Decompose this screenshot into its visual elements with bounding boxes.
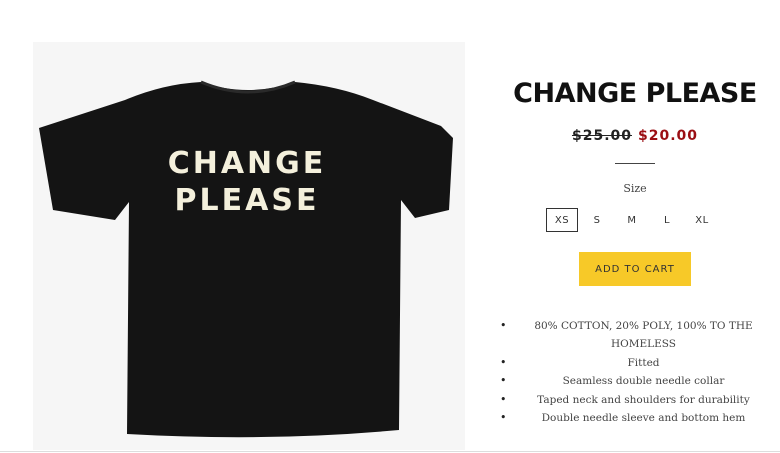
product-image[interactable]: CHANGE PLEASE: [33, 42, 465, 450]
shirt-print-line-2: PLEASE: [175, 183, 320, 218]
feature-text: Taped neck and shoulders for durability: [537, 393, 750, 406]
bullet-icon: •: [500, 392, 507, 406]
size-option-l[interactable]: L: [651, 208, 683, 232]
size-option-s[interactable]: S: [581, 208, 613, 232]
divider: [615, 163, 655, 164]
bullet-icon: •: [500, 355, 507, 369]
size-option-xl[interactable]: XL: [686, 208, 718, 232]
feature-text: Seamless double needle collar: [562, 375, 725, 388]
sale-price: $20.00: [638, 128, 699, 144]
tshirt-image: CHANGE PLEASE: [39, 80, 453, 438]
product-page: CHANGE PLEASE CHANGE PLEASE $25.00 $20.00…: [0, 0, 780, 453]
bottom-divider: [0, 451, 780, 452]
bullet-icon: •: [500, 319, 507, 332]
feature-item: • Taped neck and shoulders for durability: [500, 391, 765, 409]
feature-item: • Double needle sleeve and bottom hem: [500, 409, 765, 427]
add-to-cart-button[interactable]: ADD TO CART: [579, 252, 691, 286]
feature-text: 80% COTTON, 20% POLY, 100% TO THE HOMELE…: [534, 320, 753, 351]
size-selector: XS S M L XL: [546, 208, 721, 232]
product-title: CHANGE PLEASE: [513, 78, 757, 109]
original-price: $25.00: [571, 128, 632, 144]
feature-list: • 80% COTTON, 20% POLY, 100% TO THE HOMEL…: [500, 317, 765, 427]
feature-item: • 80% COTTON, 20% POLY, 100% TO THE HOMEL…: [500, 317, 765, 354]
tshirt-body: [39, 82, 453, 438]
product-details: CHANGE PLEASE $25.00 $20.00 Size XS S M L…: [490, 0, 780, 453]
feature-item: • Fitted: [500, 354, 765, 372]
bullet-icon: •: [500, 374, 507, 388]
bullet-icon: •: [500, 411, 507, 425]
feature-text: Fitted: [627, 356, 660, 369]
feature-text: Double needle sleeve and bottom hem: [541, 412, 746, 425]
size-label: Size: [623, 182, 647, 195]
price-block: $25.00 $20.00: [490, 128, 780, 144]
size-option-m[interactable]: M: [616, 208, 648, 232]
size-option-xs[interactable]: XS: [546, 208, 578, 232]
shirt-print-line-1: CHANGE: [168, 146, 327, 181]
feature-item: • Seamless double needle collar: [500, 372, 765, 390]
